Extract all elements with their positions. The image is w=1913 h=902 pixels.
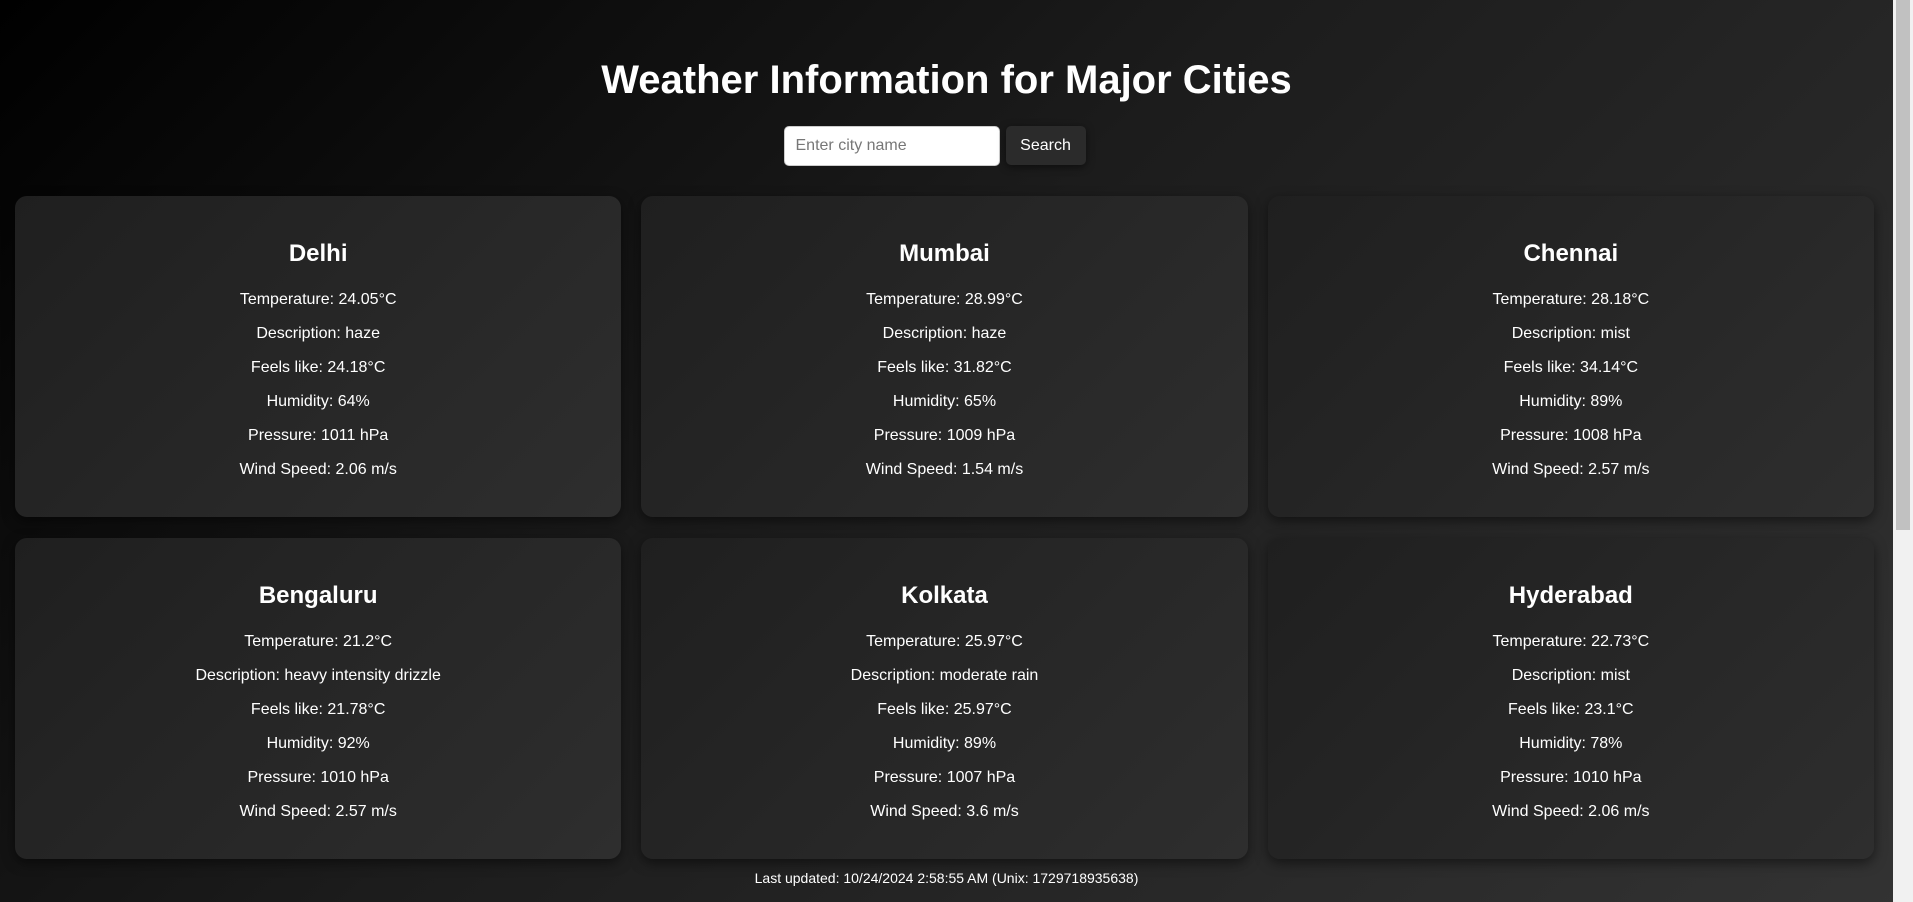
city-pressure: Pressure: 1009 hPa <box>873 427 1016 444</box>
city-name: Bengaluru <box>258 582 378 609</box>
page: Weather Information for Major Cities Sea… <box>0 0 1893 859</box>
city-card-delhi: Delhi Temperature: 24.05°C Description: ha… <box>15 196 622 517</box>
city-humidity: Humidity: 89% <box>1519 393 1623 410</box>
city-card-kolkata: Kolkata Temperature: 25.97°C Description: … <box>641 538 1248 859</box>
city-description: Description: haze <box>256 325 380 342</box>
city-humidity: Humidity: 78% <box>1519 735 1623 752</box>
city-temperature: Temperature: 22.73°C <box>1492 633 1650 650</box>
city-humidity: Humidity: 65% <box>892 393 997 410</box>
city-name: Mumbai <box>899 240 990 267</box>
city-wind: Wind Speed: 1.54 m/s <box>865 461 1024 478</box>
city-wind: Wind Speed: 2.06 m/s <box>239 461 397 478</box>
city-card-bengaluru: Bengaluru Temperature: 21.2°C Description:… <box>15 538 622 859</box>
city-card-hyderabad: Hyderabad Temperature: 22.73°C Description… <box>1267 538 1874 859</box>
city-card-mumbai: Mumbai Temperature: 28.99°C Description: h… <box>641 196 1248 517</box>
scrollbar-thumb[interactable] <box>1896 0 1910 530</box>
city-feels-like: Feels like: 23.1°C <box>1508 701 1634 718</box>
city-temperature: Temperature: 28.18°C <box>1492 291 1650 308</box>
city-description: Description: moderate rain <box>850 667 1039 684</box>
city-description: Description: haze <box>882 325 1007 342</box>
city-wind: Wind Speed: 2.57 m/s <box>1492 461 1650 478</box>
city-feels-like: Feels like: 25.97°C <box>877 701 1012 718</box>
city-name: Kolkata <box>901 582 988 609</box>
city-feels-like: Feels like: 21.78°C <box>250 701 386 718</box>
city-humidity: Humidity: 92% <box>266 735 370 752</box>
city-feels-like: Feels like: 31.82°C <box>877 359 1012 376</box>
city-humidity: Humidity: 64% <box>266 393 370 410</box>
city-wind: Wind Speed: 3.6 m/s <box>870 803 1019 820</box>
city-wind: Wind Speed: 2.57 m/s <box>239 803 397 820</box>
city-temperature: Temperature: 21.2°C <box>244 633 393 650</box>
last-updated: Last updated: 10/24/2024 2:58:55 AM (Uni… <box>754 870 1139 886</box>
city-feels-like: Feels like: 24.18°C <box>250 359 386 376</box>
page-title: Weather Information for Major Cities <box>601 58 1292 102</box>
city-cards-grid: Delhi Temperature: 24.05°C Description: ha… <box>0 166 1893 859</box>
city-description: Description: mist <box>1511 667 1630 684</box>
city-wind: Wind Speed: 2.06 m/s <box>1492 803 1650 820</box>
city-name: Delhi <box>288 240 348 267</box>
city-description: Description: mist <box>1511 325 1630 342</box>
city-description: Description: heavy intensity drizzle <box>195 667 441 684</box>
city-pressure: Pressure: 1007 hPa <box>873 769 1016 786</box>
city-name: Chennai <box>1523 240 1619 267</box>
city-temperature: Temperature: 25.97°C <box>866 633 1023 650</box>
search-bar: Search <box>0 126 1893 166</box>
city-pressure: Pressure: 1011 hPa <box>248 427 389 444</box>
city-card-chennai: Chennai Temperature: 28.18°C Description: … <box>1267 196 1874 517</box>
city-temperature: Temperature: 28.99°C <box>866 291 1023 308</box>
scrollbar[interactable] <box>1893 0 1913 902</box>
city-name: Hyderabad <box>1508 582 1633 609</box>
city-pressure: Pressure: 1010 hPa <box>247 769 389 786</box>
city-temperature: Temperature: 24.05°C <box>239 291 397 308</box>
city-feels-like: Feels like: 34.14°C <box>1503 359 1639 376</box>
city-search-input[interactable] <box>783 126 1000 166</box>
city-pressure: Pressure: 1008 hPa <box>1500 427 1642 444</box>
city-humidity: Humidity: 89% <box>892 735 997 752</box>
search-button[interactable]: Search <box>1005 126 1086 165</box>
city-pressure: Pressure: 1010 hPa <box>1500 769 1642 786</box>
